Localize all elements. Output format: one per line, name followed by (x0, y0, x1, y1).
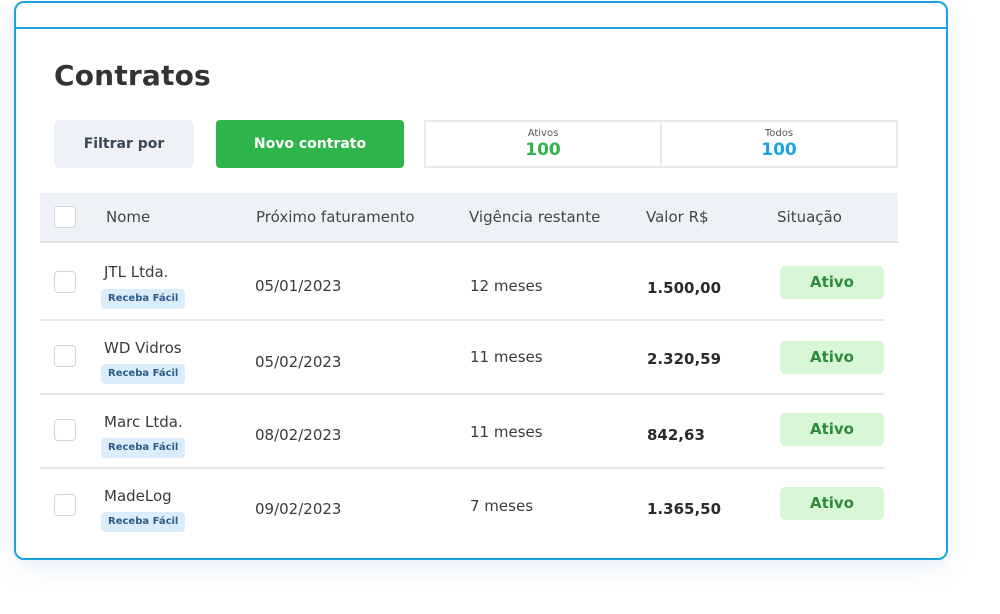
row-next-billing: 08/02/2023 (255, 426, 342, 444)
table-row[interactable]: Marc Ltda. Receba Fácil 08/02/2023 11 me… (40, 395, 884, 469)
page-title: Contratos (54, 59, 211, 92)
column-header-remaining[interactable]: Vigência restante (469, 208, 600, 226)
table-header: Nome Próximo faturamento Vigência restan… (40, 193, 898, 243)
counter-active[interactable]: Ativos 100 (426, 122, 660, 166)
column-header-status[interactable]: Situação (777, 208, 842, 226)
row-value: 2.320,59 (647, 350, 722, 368)
contracts-card: Contratos Filtrar por Novo contrato Ativ… (14, 1, 948, 560)
row-name: Marc Ltda. (104, 413, 183, 431)
row-name: JTL Ltda. (104, 263, 169, 281)
status-badge: Ativo (780, 487, 884, 520)
status-badge: Ativo (780, 266, 884, 299)
select-all-checkbox[interactable] (54, 206, 76, 228)
status-badge: Ativo (780, 413, 884, 446)
filter-button[interactable]: Filtrar por (54, 120, 194, 168)
receba-facil-badge: Receba Fácil (101, 438, 186, 458)
card-top-divider (16, 27, 946, 29)
new-contract-button[interactable]: Novo contrato (216, 120, 404, 168)
row-checkbox[interactable] (54, 419, 76, 441)
row-remaining: 11 meses (470, 348, 543, 366)
counter-active-value: 100 (525, 140, 561, 160)
row-next-billing: 09/02/2023 (255, 500, 342, 518)
receba-facil-badge: Receba Fácil (101, 289, 186, 309)
row-remaining: 12 meses (470, 277, 543, 295)
column-header-value[interactable]: Valor R$ (646, 208, 709, 226)
counter-active-label: Ativos (527, 128, 559, 139)
row-remaining: 11 meses (470, 423, 543, 441)
counter-all-label: Todos (764, 128, 794, 139)
row-checkbox[interactable] (54, 494, 76, 516)
row-value: 1.500,00 (647, 279, 722, 297)
row-name: WD Vidros (104, 339, 182, 357)
counter-all-value: 100 (761, 140, 797, 160)
receba-facil-badge: Receba Fácil (101, 512, 186, 532)
row-next-billing: 05/01/2023 (255, 277, 342, 295)
counter-all[interactable]: Todos 100 (660, 122, 896, 166)
row-checkbox[interactable] (54, 345, 76, 367)
row-value: 842,63 (647, 426, 705, 444)
status-badge: Ativo (780, 341, 884, 374)
row-name: MadeLog (104, 487, 172, 505)
table-row[interactable]: JTL Ltda. Receba Fácil 05/01/2023 12 mes… (40, 247, 884, 321)
counter-group: Ativos 100 Todos 100 (424, 120, 898, 168)
column-header-next-billing[interactable]: Próximo faturamento (256, 208, 415, 226)
column-header-name[interactable]: Nome (106, 208, 150, 226)
row-remaining: 7 meses (470, 497, 534, 515)
receba-facil-badge: Receba Fácil (101, 364, 186, 384)
row-checkbox[interactable] (54, 271, 76, 293)
row-next-billing: 05/02/2023 (255, 353, 342, 371)
table-row[interactable]: MadeLog Receba Fácil 09/02/2023 7 meses … (40, 469, 884, 543)
row-value: 1.365,50 (647, 500, 722, 518)
table-row[interactable]: WD Vidros Receba Fácil 05/02/2023 11 mes… (40, 321, 884, 395)
